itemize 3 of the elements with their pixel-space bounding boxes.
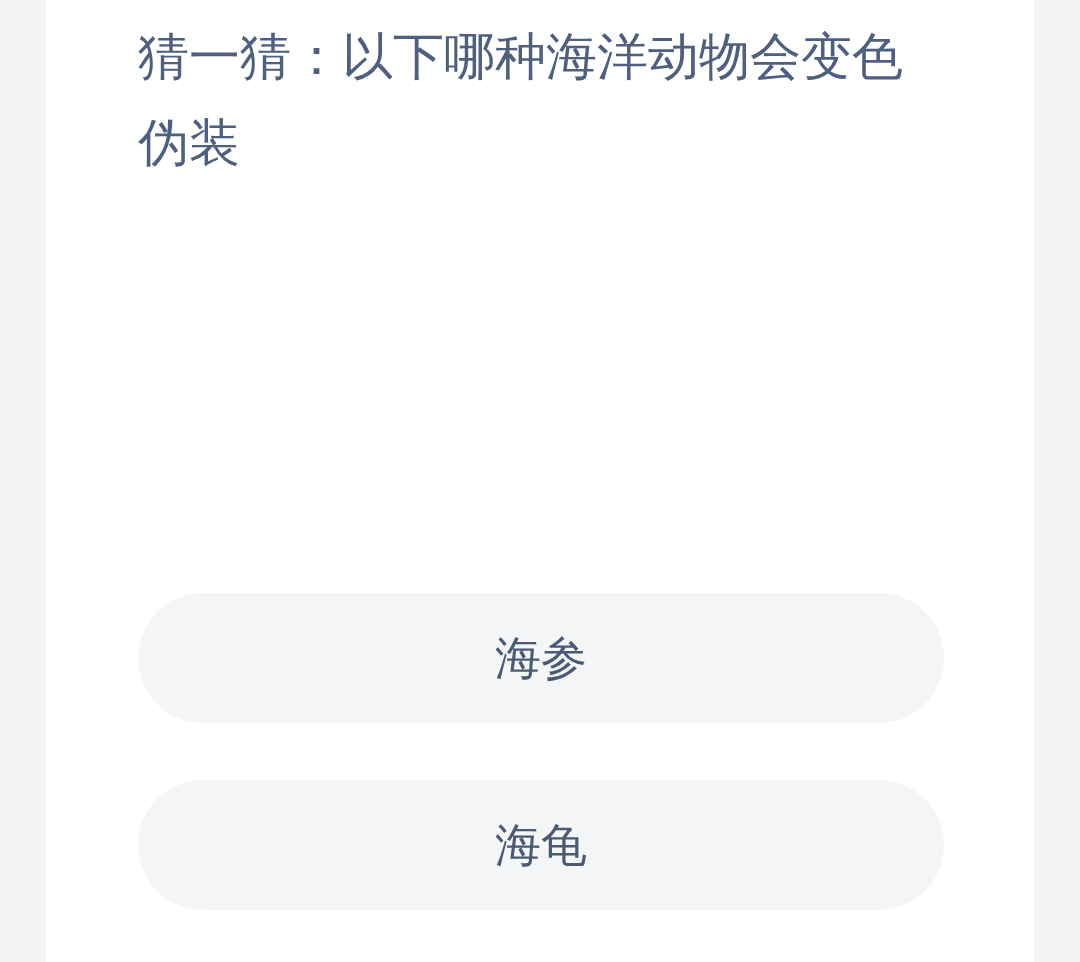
question-text: 猜一猜：以下哪种海洋动物会变色伪装: [138, 26, 904, 174]
answer-option[interactable]: 海参: [138, 593, 944, 723]
answer-option[interactable]: 海龟: [138, 780, 944, 910]
